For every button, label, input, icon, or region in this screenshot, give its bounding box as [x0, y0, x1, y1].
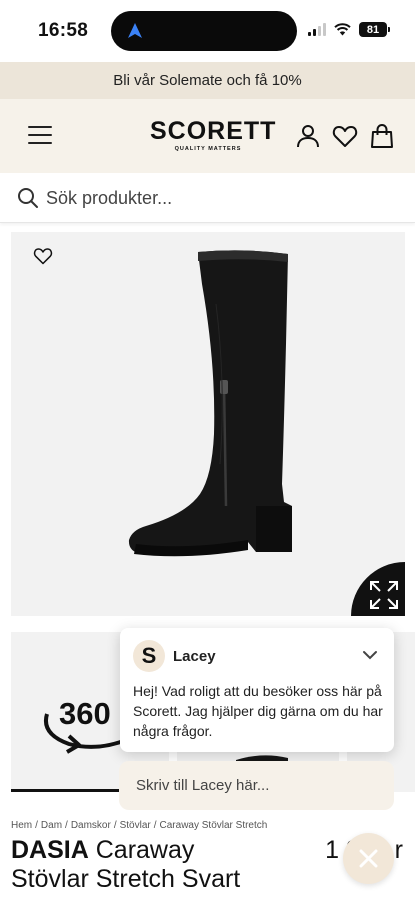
shopping-bag-icon[interactable] [369, 123, 395, 149]
account-icon[interactable] [295, 123, 321, 149]
boot-photo [128, 250, 292, 557]
rotate-360-label: 360 [59, 696, 111, 731]
search-icon[interactable] [16, 186, 40, 210]
chat-agent-name: Lacey [173, 648, 216, 665]
breadcrumb-item[interactable]: Damskor [71, 820, 111, 831]
breadcrumb-item[interactable]: Hem [11, 820, 32, 831]
breadcrumb-item[interactable]: Stövlar [120, 820, 151, 831]
chat-agent-avatar: S [133, 640, 165, 672]
breadcrumb: Hem / Dam / Damskor / Stövlar / Caraway Stövlar … [11, 820, 268, 831]
breadcrumb-item[interactable]: Dam [41, 820, 62, 831]
wifi-icon [334, 23, 351, 36]
product-title: DASIA Caraway Stövlar Stretch Svart [11, 836, 271, 894]
search-input[interactable] [46, 183, 386, 213]
menu-button[interactable] [28, 126, 52, 146]
fullscreen-expand-icon [370, 581, 398, 609]
logo-wordmark: SCORETT [150, 117, 277, 145]
search-bar [0, 173, 415, 223]
chat-message-text: Hej! Vad roligt att du besöker oss här p… [133, 683, 383, 739]
product-main-image[interactable] [11, 232, 405, 616]
chevron-down-icon[interactable] [362, 648, 378, 662]
status-bar: 16:58 81 [0, 0, 415, 62]
status-time: 16:58 [38, 20, 89, 41]
promo-banner[interactable]: Bli vår Solemate och få 10% [0, 62, 415, 99]
chat-input[interactable] [119, 761, 394, 810]
close-icon [359, 849, 378, 868]
status-icons: 81 [308, 22, 390, 37]
logo-tagline: QUALITY MATTERS [174, 146, 242, 152]
site-header: SCORETT QUALITY MATTERS [0, 99, 415, 173]
expand-image-button[interactable] [351, 562, 405, 616]
chat-message-card: S Lacey Hej! Vad roligt att du besöker o… [120, 628, 394, 752]
breadcrumb-item[interactable]: Caraway Stövlar Stretch [160, 820, 268, 831]
battery-icon: 81 [359, 22, 390, 37]
location-arrow-icon [128, 23, 142, 38]
dynamic-island [111, 11, 297, 51]
scorett-logo[interactable]: SCORETT QUALITY MATTERS [150, 117, 277, 152]
chat-close-button[interactable] [343, 833, 394, 884]
wishlist-heart-icon[interactable] [332, 123, 358, 149]
add-to-wishlist-icon[interactable] [33, 246, 53, 266]
signal-icon [308, 23, 326, 36]
product-brand: DASIA [11, 836, 89, 864]
